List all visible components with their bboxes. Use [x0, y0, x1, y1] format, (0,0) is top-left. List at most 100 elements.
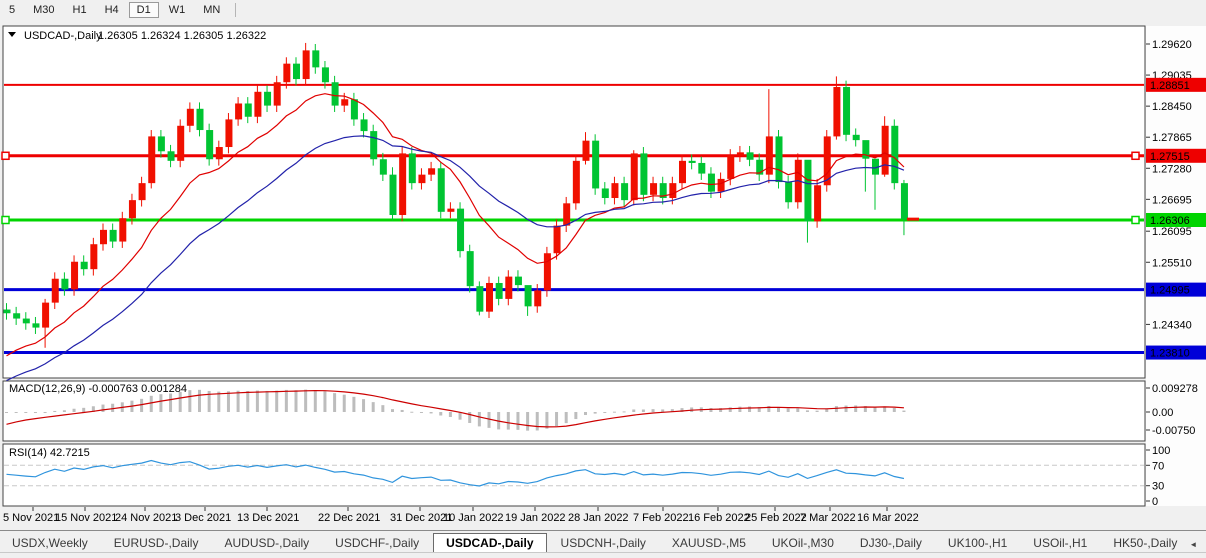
candle-body [13, 313, 20, 318]
macd-bar [574, 412, 577, 419]
tab-ukoil[interactable]: UKOil-,M30 [760, 534, 846, 553]
macd-bar [295, 390, 298, 412]
date-label: 28 Jan 2022 [568, 512, 629, 524]
price-tick-label: 1.26095 [1152, 226, 1192, 238]
rsi-axis-label: 0 [1152, 496, 1158, 508]
date-label: 19 Jan 2022 [505, 512, 566, 524]
tab-dj30[interactable]: DJ30-,Daily [848, 534, 934, 553]
candle-body [225, 119, 232, 147]
macd-bar [73, 409, 76, 412]
macd-bar [623, 411, 626, 412]
macd-bar [111, 404, 114, 412]
rsi-pane[interactable] [3, 444, 1145, 506]
candle-body [370, 131, 377, 159]
candle-body [177, 126, 184, 161]
tab-usdcnh[interactable]: USDCNH-,Daily [549, 534, 658, 553]
price-tick-label: 1.29620 [1152, 39, 1192, 51]
macd-bar [53, 411, 56, 412]
macd-bar [102, 405, 105, 412]
macd-bar [391, 409, 394, 412]
tab-usdx[interactable]: USDX,Weekly [0, 534, 100, 553]
candle-body [341, 99, 348, 105]
macd-bar [594, 412, 597, 414]
rsi-axis-label: 100 [1152, 445, 1170, 457]
bottom-strip [0, 552, 1206, 558]
candle-body [274, 82, 281, 105]
candle-body [785, 182, 792, 202]
candle-body [409, 153, 416, 183]
macd-bar [738, 407, 741, 412]
macd-bar [246, 391, 249, 412]
date-label: 16 Mar 2022 [857, 512, 919, 524]
macd-bar [5, 412, 8, 413]
candle-body [42, 303, 49, 328]
chart-canvas[interactable]: USDCAD-,Daily 1.26305 1.26324 1.26305 1.… [0, 0, 1206, 530]
price-tick-label: 1.27865 [1152, 132, 1192, 144]
macd-bar [893, 408, 896, 412]
candle-body [814, 185, 821, 221]
macd-bar [652, 409, 655, 412]
candle-body [602, 188, 609, 198]
rsi-label: RSI(14) 42.7215 [9, 447, 90, 459]
macd-label: MACD(12,26,9) -0.000763 0.001284 [9, 383, 187, 395]
macd-bar [835, 406, 838, 412]
hline-handle[interactable] [2, 216, 9, 223]
macd-bar [709, 408, 712, 412]
candle-body [534, 290, 541, 306]
date-label: 3 Dec 2021 [175, 512, 231, 524]
macd-bar [237, 391, 240, 412]
candle-body [187, 109, 194, 126]
price-tick-label: 1.24340 [1152, 319, 1192, 331]
candle-body [467, 251, 474, 286]
macd-bar [24, 412, 27, 413]
macd-bar [343, 395, 346, 412]
date-label: 5 Nov 2021 [3, 512, 59, 524]
macd-bar [536, 412, 539, 430]
macd-bar [603, 412, 606, 413]
candle-body [525, 285, 532, 306]
date-label: 13 Dec 2021 [237, 512, 299, 524]
tab-hk50[interactable]: HK50-,Daily [1101, 534, 1189, 553]
candle-body [563, 203, 570, 225]
hline-handle[interactable] [1132, 152, 1139, 159]
macd-bar [845, 406, 848, 412]
tab-audusd[interactable]: AUDUSD-,Daily [212, 534, 321, 553]
candle-body [52, 279, 59, 303]
candle-body [891, 126, 898, 183]
macd-bar [304, 390, 307, 412]
hline-handle[interactable] [2, 152, 9, 159]
candle-body [23, 319, 30, 324]
tab-scroll-left-icon[interactable]: ◄ [1189, 541, 1197, 549]
candle-body [505, 277, 512, 299]
tab-xauusd[interactable]: XAUUSD-,M5 [660, 534, 758, 553]
price-flag-label: 1.27515 [1150, 151, 1190, 163]
tab-usoil[interactable]: USOil-,H1 [1021, 534, 1099, 553]
candle-body [158, 136, 165, 151]
candle-body [554, 226, 561, 254]
chart-title: USDCAD-,Daily [24, 30, 102, 42]
candle-body [254, 92, 261, 117]
macd-bar [333, 393, 336, 412]
price-tick-label: 1.26695 [1152, 194, 1192, 206]
macd-bar [565, 412, 568, 423]
candle-body [168, 151, 175, 161]
candle-body [283, 64, 290, 83]
candle-body [197, 109, 204, 130]
candle-body [206, 130, 213, 159]
candle-body [640, 153, 647, 194]
candle-body [129, 200, 136, 218]
candle-body [245, 103, 252, 116]
macd-bar [266, 391, 269, 412]
candle-body [110, 230, 117, 242]
tab-eurusd[interactable]: EURUSD-,Daily [102, 534, 211, 553]
macd-bar [381, 405, 384, 412]
tab-uk100[interactable]: UK100-,H1 [936, 534, 1019, 553]
candle-body [380, 159, 387, 174]
tab-usdchf[interactable]: USDCHF-,Daily [323, 534, 431, 553]
macd-bar [661, 409, 664, 412]
price-flag-label: 1.26306 [1150, 215, 1190, 227]
candle-body [457, 209, 464, 251]
hline-handle[interactable] [1132, 216, 1139, 223]
macd-bar [478, 412, 481, 426]
tab-usdcad[interactable]: USDCAD-,Daily [433, 533, 546, 553]
